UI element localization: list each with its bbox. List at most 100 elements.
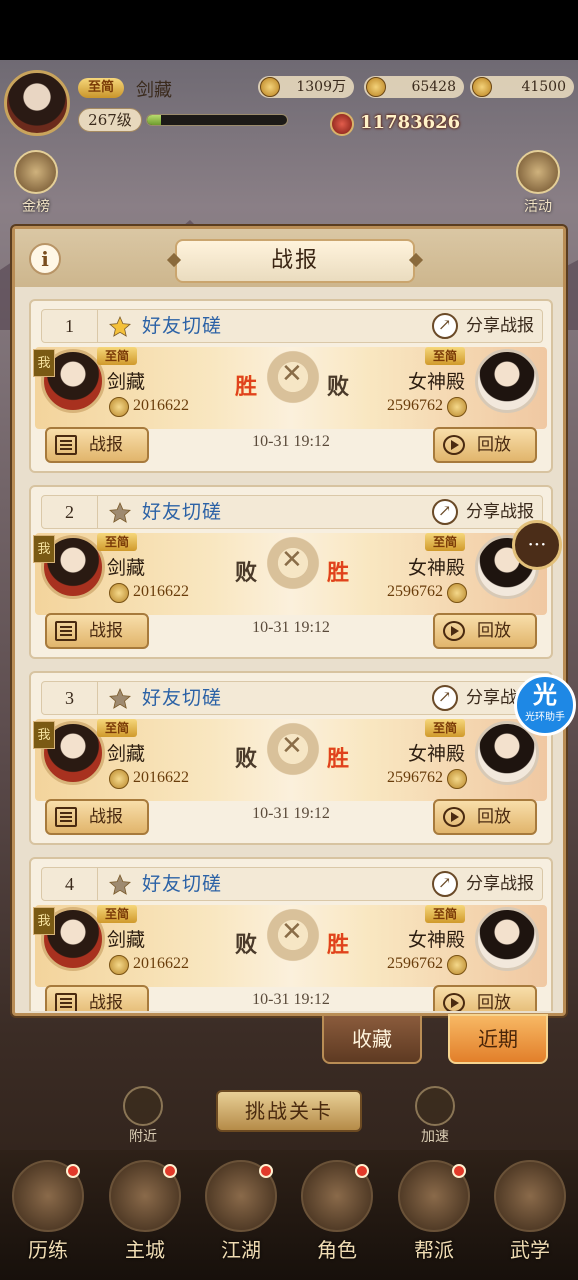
notification-dot xyxy=(163,1164,177,1178)
my-name: 剑藏 xyxy=(107,743,146,765)
list-icon xyxy=(55,807,77,827)
nav-item-3[interactable]: 江湖 xyxy=(197,1160,285,1270)
replay-label: 回放 xyxy=(477,435,511,455)
enemy-vip-badge: 至简 xyxy=(425,347,465,365)
share-report-button[interactable]: 分享战报 xyxy=(432,312,534,339)
share-report-button[interactable]: 分享战报 xyxy=(432,870,534,897)
my-power: 2016622 xyxy=(133,955,189,972)
battle-report-panel: i 战报 1 好友切磋 分享战报 我 至简 剑藏 2016622 胜 败 至简 … xyxy=(12,226,566,1016)
my-vip-badge: 至简 xyxy=(97,905,137,923)
nav-label: 历练 xyxy=(28,1238,68,1262)
replay-label: 回放 xyxy=(477,993,511,1011)
power-value: 11783626 xyxy=(360,112,461,133)
list-icon xyxy=(55,993,77,1011)
report-label: 战报 xyxy=(89,621,123,641)
share-label: 分享战报 xyxy=(466,502,534,522)
status-bar-area xyxy=(0,0,578,60)
favorite-star-icon[interactable] xyxy=(108,315,132,339)
view-report-button[interactable]: 战报 xyxy=(45,613,149,649)
info-icon[interactable]: i xyxy=(29,243,61,275)
tab-favorites[interactable]: 收藏 xyxy=(322,1014,422,1064)
tab-recent[interactable]: 近期 xyxy=(448,1014,548,1064)
coins-display[interactable]: 1309万 xyxy=(258,76,354,98)
battle-card: 4 好友切磋 分享战报 我 至简 剑藏 2016622 败 胜 至简 女神殿 2… xyxy=(29,857,553,1011)
nav-item-5[interactable]: 帮派 xyxy=(390,1160,478,1270)
player-avatar[interactable] xyxy=(4,70,70,136)
enemy-power: 2596762 xyxy=(387,397,443,414)
enemy-name: 女神殿 xyxy=(407,929,465,951)
nav-item-4[interactable]: 角色 xyxy=(293,1160,381,1270)
coins-value: 1309万 xyxy=(296,79,346,95)
favorite-star-icon[interactable] xyxy=(108,501,132,525)
my-vip-badge: 至简 xyxy=(97,719,137,737)
enemy-power: 2596762 xyxy=(387,955,443,972)
battle-card: 3 好友切磋 分享战报 我 至简 剑藏 2016622 败 胜 至简 女神殿 2… xyxy=(29,671,553,845)
view-report-button[interactable]: 战报 xyxy=(45,985,149,1011)
notification-dot xyxy=(452,1164,466,1178)
nav-label: 角色 xyxy=(317,1238,357,1262)
nav-label: 武学 xyxy=(510,1238,550,1262)
enemy-vip-badge: 至简 xyxy=(425,719,465,737)
nearby-icon xyxy=(123,1086,163,1126)
report-label: 战报 xyxy=(89,807,123,827)
events-button[interactable]: 活动 xyxy=(512,150,564,216)
events-icon xyxy=(516,150,560,194)
coin-icon xyxy=(260,77,280,97)
replay-button[interactable]: 回放 xyxy=(433,427,537,463)
enemy-avatar[interactable] xyxy=(475,907,539,971)
battle-card: 2 好友切磋 分享战报 我 至简 剑藏 2016622 败 胜 至简 女神殿 2… xyxy=(29,485,553,659)
share-label: 分享战报 xyxy=(466,874,534,894)
gold-icon xyxy=(472,77,492,97)
challenge-button[interactable]: 挑战关卡 xyxy=(216,1090,362,1132)
helper-float-button[interactable]: 光 光环助手 xyxy=(514,674,576,736)
battle-type: 好友切磋 xyxy=(142,687,223,709)
card-header: 3 好友切磋 分享战报 xyxy=(41,681,543,715)
view-report-button[interactable]: 战报 xyxy=(45,799,149,835)
favorite-star-icon[interactable] xyxy=(108,873,132,897)
right-result: 胜 xyxy=(327,932,350,958)
share-icon xyxy=(432,684,458,711)
vip-badge: 至简 xyxy=(78,78,124,98)
power-icon xyxy=(447,583,467,603)
gold-display[interactable]: 41500 xyxy=(470,76,574,98)
gold-value: 41500 xyxy=(521,79,566,95)
nav-icon xyxy=(109,1160,181,1232)
view-report-button[interactable]: 战报 xyxy=(45,427,149,463)
battle-rank: 2 xyxy=(42,496,98,528)
nav-icon xyxy=(12,1160,84,1232)
nav-icon xyxy=(205,1160,277,1232)
enemy-avatar[interactable] xyxy=(475,349,539,413)
nav-item-1[interactable]: 历练 xyxy=(4,1160,92,1270)
power-icon xyxy=(109,583,129,603)
speedup-label: 加速 xyxy=(421,1129,449,1145)
chat-bubble-icon[interactable]: ··· xyxy=(512,520,562,570)
speedup-button[interactable]: 加速 xyxy=(412,1086,458,1146)
my-vip-badge: 至简 xyxy=(97,347,137,365)
nav-icon xyxy=(301,1160,373,1232)
ingot-icon xyxy=(366,77,386,97)
nav-item-2[interactable]: 主城 xyxy=(101,1160,189,1270)
crossed-swords-icon xyxy=(263,347,323,407)
share-icon xyxy=(432,498,458,525)
nearby-button[interactable]: 附近 xyxy=(120,1086,166,1146)
share-label: 分享战报 xyxy=(466,316,534,336)
nav-item-6[interactable]: 武学 xyxy=(486,1160,574,1270)
leaderboard-label: 金榜 xyxy=(22,199,50,215)
leaderboard-icon xyxy=(14,150,58,194)
me-tag: 我 xyxy=(33,535,55,563)
replay-button[interactable]: 回放 xyxy=(433,613,537,649)
ingots-display[interactable]: 65428 xyxy=(364,76,464,98)
exp-fill xyxy=(147,115,161,125)
replay-button[interactable]: 回放 xyxy=(433,985,537,1011)
leaderboard-button[interactable]: 金榜 xyxy=(10,150,62,216)
right-result: 败 xyxy=(327,374,350,400)
report-label: 战报 xyxy=(89,435,123,455)
battle-list[interactable]: 1 好友切磋 分享战报 我 至简 剑藏 2016622 胜 败 至简 女神殿 2… xyxy=(29,299,553,1011)
card-header: 4 好友切磋 分享战报 xyxy=(41,867,543,901)
card-header: 2 好友切磋 分享战报 xyxy=(41,495,543,529)
favorite-star-icon[interactable] xyxy=(108,687,132,711)
replay-button[interactable]: 回放 xyxy=(433,799,537,835)
nav-label: 江湖 xyxy=(221,1238,261,1262)
left-result: 胜 xyxy=(235,374,258,400)
share-report-button[interactable]: 分享战报 xyxy=(432,498,534,525)
